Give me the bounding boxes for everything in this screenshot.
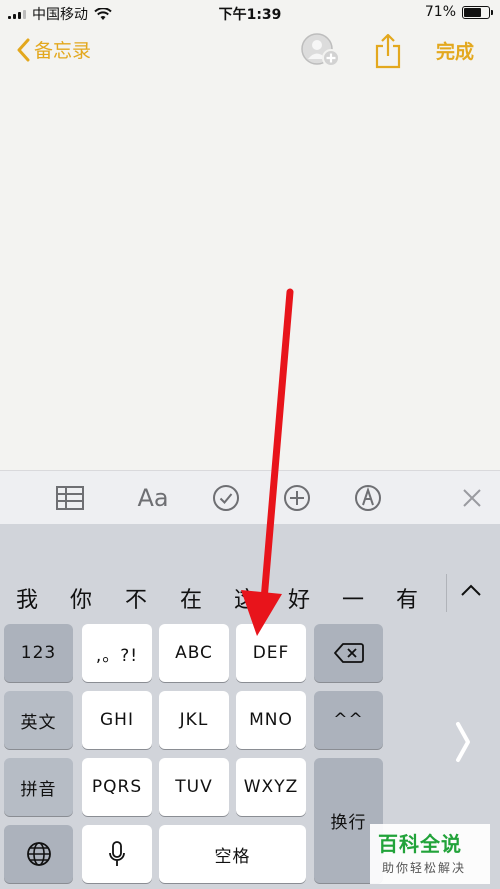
candidate-word[interactable]: 一: [342, 582, 364, 614]
keyboard-next-page-button[interactable]: [452, 720, 474, 768]
text-format-button[interactable]: Aa: [133, 481, 173, 515]
expand-candidates-button[interactable]: [460, 582, 482, 601]
status-bar: 中国移动 下午1:39 71%: [0, 0, 500, 26]
dictation-key[interactable]: [82, 825, 152, 883]
format-toolbar: Aa: [0, 470, 500, 524]
delete-key[interactable]: [314, 624, 383, 682]
candidate-divider: [446, 574, 447, 612]
table-icon: [56, 486, 84, 510]
key-tuv[interactable]: TUV: [159, 758, 229, 816]
candidate-word[interactable]: 好: [288, 582, 310, 614]
chevron-right-icon: [456, 722, 470, 762]
battery-percent: 71%: [424, 4, 456, 20]
candidate-bar: 我 你 不 在 这 好 一 有: [0, 574, 500, 618]
navigation-bar: 备忘录 完成: [0, 28, 500, 74]
candidate-word[interactable]: 不: [125, 582, 147, 614]
watermark: 百科全说 助你轻松解决: [370, 824, 490, 884]
add-person-button[interactable]: [300, 32, 342, 74]
checklist-button[interactable]: [209, 481, 243, 515]
chevron-left-icon: [17, 38, 30, 61]
back-label: 备忘录: [34, 40, 92, 62]
plus-circle-icon: [284, 485, 310, 511]
status-right: 71%: [424, 4, 493, 20]
watermark-subtitle: 助你轻松解决: [382, 861, 467, 875]
key-emoticon[interactable]: ^^: [314, 691, 383, 749]
share-icon: [375, 33, 401, 69]
key-pqrs[interactable]: PQRS: [82, 758, 152, 816]
close-icon: [463, 489, 481, 507]
candidate-word[interactable]: 有: [396, 582, 418, 614]
backspace-icon: [333, 643, 364, 663]
back-button[interactable]: 备忘录: [16, 36, 91, 63]
microphone-icon: [109, 841, 125, 866]
key-pinyin[interactable]: 拼音: [4, 758, 73, 816]
markup-button[interactable]: [351, 481, 385, 515]
key-english[interactable]: 英文: [4, 691, 73, 749]
space-key[interactable]: 空格: [159, 825, 306, 883]
key-def[interactable]: DEF: [236, 624, 306, 682]
globe-key[interactable]: [4, 825, 73, 883]
key-wxyz[interactable]: WXYZ: [236, 758, 306, 816]
battery-icon: [462, 5, 493, 19]
pen-circle-icon: [355, 485, 381, 511]
candidate-word[interactable]: 在: [180, 582, 202, 614]
key-jkl[interactable]: JKL: [159, 691, 229, 749]
watermark-title: 百科全说: [378, 832, 462, 856]
key-mno[interactable]: MNO: [236, 691, 306, 749]
candidate-word[interactable]: 你: [70, 582, 92, 614]
add-person-icon: [301, 33, 340, 67]
checkmark-circle-icon: [213, 485, 239, 511]
candidate-word[interactable]: 这: [234, 582, 256, 614]
table-button[interactable]: [53, 481, 87, 515]
done-button[interactable]: 完成: [436, 37, 474, 64]
close-toolbar-button[interactable]: [455, 481, 489, 515]
key-punctuation[interactable]: ,。?!: [82, 624, 152, 682]
chevron-up-icon: [461, 584, 481, 596]
candidate-word[interactable]: 我: [16, 582, 38, 614]
key-abc[interactable]: ABC: [159, 624, 229, 682]
insert-button[interactable]: [280, 481, 314, 515]
key-123[interactable]: 123: [4, 624, 73, 682]
globe-icon: [26, 842, 51, 866]
key-ghi[interactable]: GHI: [82, 691, 152, 749]
battery-fill: [464, 7, 482, 17]
share-button[interactable]: [373, 32, 403, 74]
note-editor[interactable]: [0, 74, 500, 470]
